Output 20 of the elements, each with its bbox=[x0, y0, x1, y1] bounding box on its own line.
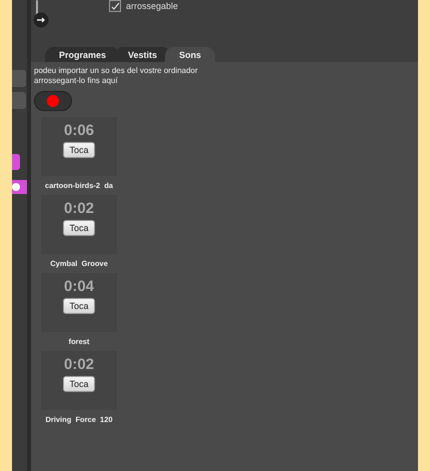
record-icon bbox=[47, 95, 59, 107]
play-button[interactable]: Toca bbox=[63, 376, 94, 392]
play-button[interactable]: Toca bbox=[63, 298, 94, 314]
record-button[interactable] bbox=[34, 91, 72, 111]
sound-card[interactable]: 0:02 Toca bbox=[41, 195, 117, 254]
checkbox-label: arrossegable bbox=[126, 1, 178, 11]
duration-text: 0:02 bbox=[64, 200, 94, 217]
play-button[interactable]: Toca bbox=[63, 142, 94, 158]
duration-text: 0:04 bbox=[64, 278, 94, 295]
sound-card[interactable]: 0:02 Toca bbox=[41, 351, 117, 410]
sound-card[interactable]: 0:06 Toca bbox=[41, 117, 117, 176]
hint-text: podeu importar un so des del vostre ordinador arrossegant-lo fins aquí bbox=[34, 66, 199, 86]
block-shape bbox=[12, 180, 27, 194]
checkbox[interactable] bbox=[109, 0, 121, 12]
play-button[interactable]: Toca bbox=[63, 220, 94, 236]
block-shape bbox=[12, 154, 20, 170]
duration-text: 0:06 bbox=[64, 122, 94, 139]
tab[interactable]: Sons bbox=[165, 47, 216, 62]
duration-text: 0:02 bbox=[64, 356, 94, 373]
sound-card[interactable]: 0:04 Toca bbox=[41, 273, 117, 332]
